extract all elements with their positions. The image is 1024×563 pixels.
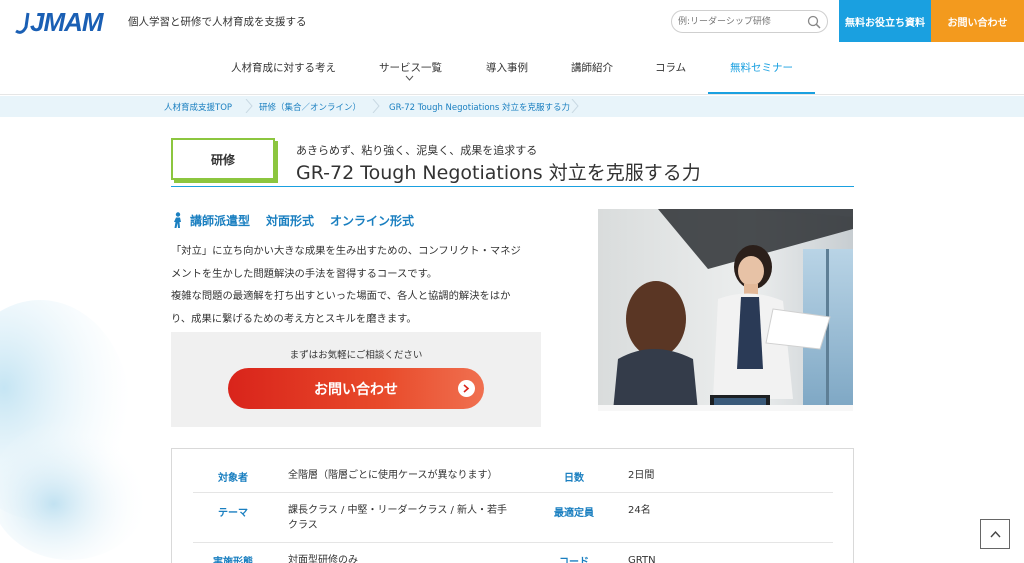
description-line: り、成果に繋げるための考え方とスキルを磨きます。 <box>171 312 417 325</box>
watercolor-decoration <box>0 300 150 560</box>
breadcrumb-home[interactable]: 人材育成支援TOP <box>164 101 232 113</box>
info-value-theme-line: クラス <box>288 520 318 531</box>
back-to-top-button[interactable] <box>980 519 1010 549</box>
cta-contact-button[interactable]: お問い合わせ <box>228 368 484 409</box>
search-box <box>671 10 828 33</box>
breadcrumb-separator-icon <box>571 99 579 113</box>
course-info-table: 対象者 全階層（階層ごとに使用ケースが異なります） 日数 2日間 テーマ 課長ク… <box>171 448 854 563</box>
page-title: GR-72 Tough Negotiations 対立を克服する力 <box>296 162 701 184</box>
cta-note: まずはお気軽にご相談ください <box>289 350 423 361</box>
info-value-theme: 課長クラス / 中堅・リーダークラス / 新人・若手 クラス <box>288 503 507 533</box>
chevron-right-icon <box>458 380 475 397</box>
description-line: メントを生かした問題解決の手法を習得するコースです。 <box>171 267 438 280</box>
person-walking-icon <box>174 212 181 228</box>
description-line: 複雑な問題の最適解を打ち出すといった場面で、各人と協調的解決をはか <box>171 290 511 302</box>
info-label-capacity: 最適定員 <box>554 508 594 519</box>
info-label-delivery: 実施形態 <box>213 557 253 563</box>
breadcrumb-separator-icon <box>245 99 253 113</box>
course-type-badge: 研修 <box>171 138 275 180</box>
nav-item-free-seminar[interactable]: 無料セミナー <box>730 60 793 75</box>
format-dispatch: 講師派遣型 <box>190 213 251 228</box>
info-value-theme-line: 課長クラス / 中堅・リーダークラス / 新人・若手 <box>288 505 508 516</box>
info-label-target: 対象者 <box>218 473 248 484</box>
cta-button-label: お問い合わせ <box>314 381 398 398</box>
free-resources-button[interactable]: 無料お役立ち資料 <box>839 0 931 42</box>
info-value-target: 全階層（階層ごとに使用ケースが異なります） <box>288 470 498 481</box>
table-row-divider <box>193 492 833 493</box>
course-description: 「対立」に立ち向かい大きな成果を生み出すための、コンフリクト・マネジ メントを生… <box>171 240 541 330</box>
title-divider <box>171 186 854 187</box>
info-label-theme: テーマ <box>218 508 248 519</box>
nav-item-philosophy[interactable]: 人材育成に対する考え <box>231 60 336 75</box>
info-value-delivery: 対面型研修のみ <box>288 555 358 563</box>
info-label-days: 日数 <box>564 473 584 484</box>
nav-divider <box>0 94 1024 95</box>
breadcrumb-separator-icon <box>372 99 380 113</box>
search-input[interactable] <box>678 14 803 30</box>
search-icon[interactable] <box>807 15 821 29</box>
table-row-divider <box>193 542 833 543</box>
format-in-person: 対面形式 <box>266 213 315 228</box>
info-label-code: コード <box>559 557 589 563</box>
main-nav: 人材育成に対する考え サービス一覧 導入事例 講師紹介 コラム 無料セミナー <box>0 42 1024 94</box>
nav-item-services[interactable]: サービス一覧 <box>379 60 442 75</box>
info-value-code: GRTN <box>628 555 656 563</box>
description-line: 「対立」に立ち向かい大きな成果を生み出すための、コンフリクト・マネジ <box>171 245 521 257</box>
jmam-logo[interactable]: JMAM <box>14 6 104 37</box>
site-tagline: 個人学習と研修で人材育成を支援する <box>128 16 307 28</box>
format-online: オンライン形式 <box>330 213 415 228</box>
contact-button[interactable]: お問い合わせ <box>931 0 1024 42</box>
info-value-days: 2日間 <box>628 470 655 481</box>
breadcrumb-training[interactable]: 研修（集合／オンライン） <box>259 101 361 113</box>
chevron-up-icon <box>990 530 1001 538</box>
info-value-capacity: 24名 <box>628 505 651 516</box>
course-formats: 講師派遣型 対面形式 オンライン形式 <box>171 211 414 229</box>
cta-panel: まずはお気軽にご相談ください お問い合わせ <box>171 332 541 427</box>
breadcrumb-current: GR-72 Tough Negotiations 対立を克服する力 <box>389 103 571 113</box>
nav-item-case-studies[interactable]: 導入事例 <box>486 60 528 75</box>
course-photo <box>598 209 853 411</box>
site-header: JMAM 個人学習と研修で人材育成を支援する 無料お役立ち資料 お問い合わせ <box>0 0 1024 42</box>
nav-item-column[interactable]: コラム <box>655 60 686 75</box>
nav-item-instructors[interactable]: 講師紹介 <box>571 60 613 75</box>
course-subtitle: あきらめず、粘り強く、泥臭く、成果を追求する <box>296 144 538 157</box>
breadcrumb: 人材育成支援TOP 研修（集合／オンライン） GR-72 Tough Negot… <box>0 96 1024 117</box>
chevron-down-icon <box>405 75 414 81</box>
logo-text: JMAM <box>30 6 104 37</box>
logo-swoosh-icon <box>15 12 30 34</box>
